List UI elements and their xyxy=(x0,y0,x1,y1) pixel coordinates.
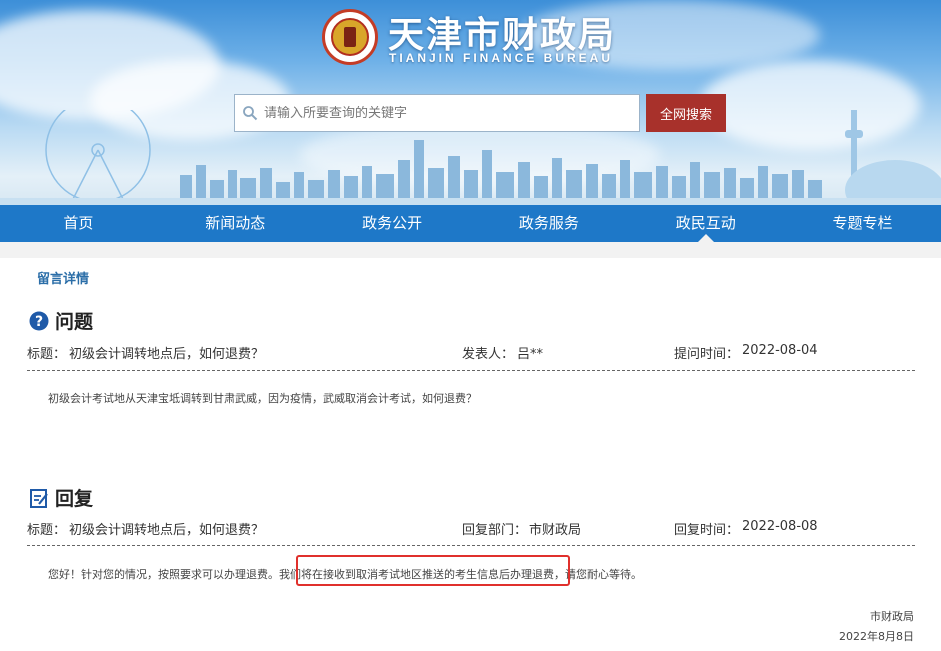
reply-dept-label: 回复部门： xyxy=(462,523,528,538)
question-meta-row: 标题： 初级会计调转地点后，如何退费？ 发表人： 吕** 提问时间： 2022-… xyxy=(27,343,915,363)
main-nav: 首页 新闻动态 政务公开 政务服务 政民互动 专题专栏 xyxy=(0,205,941,242)
reply-heading: 回复 xyxy=(55,488,94,510)
reply-title-label: 标题： xyxy=(27,523,67,538)
nav-item-gov-affairs-open[interactable]: 政务公开 xyxy=(314,205,471,242)
question-body: 初级会计考试地从天津宝坻调转到甘肃武威，因为疫情，武威取消会计考试，如何退费？ xyxy=(48,392,477,405)
nav-item-home[interactable]: 首页 xyxy=(0,205,157,242)
reply-header: 回复 xyxy=(29,484,93,511)
reply-date: 2022年8月8日 xyxy=(839,630,914,643)
edit-note-icon xyxy=(30,488,48,508)
nav-item-interaction[interactable]: 政民互动 xyxy=(627,205,784,242)
svg-text:?: ? xyxy=(35,314,43,330)
nav-item-gov-services[interactable]: 政务服务 xyxy=(470,205,627,242)
divider xyxy=(27,370,915,371)
emblem-icon xyxy=(331,18,369,56)
question-circle-icon: ? xyxy=(29,311,49,330)
reply-signature: 市财政局 xyxy=(870,610,914,623)
question-title-label: 标题： xyxy=(27,347,67,362)
question-title: 初级会计调转地点后，如何退费？ xyxy=(69,347,265,362)
nav-divider xyxy=(0,242,941,258)
search-input[interactable] xyxy=(264,105,639,121)
divider xyxy=(27,545,915,546)
reply-time: 2022-08-08 xyxy=(742,519,818,534)
reply-time-label: 回复时间： xyxy=(674,523,740,538)
question-time-label: 提问时间： xyxy=(674,347,740,362)
nav-item-news[interactable]: 新闻动态 xyxy=(157,205,314,242)
breadcrumb[interactable]: 留言详情 xyxy=(37,268,89,287)
search-box xyxy=(234,94,640,132)
poster-label: 发表人： xyxy=(462,347,515,362)
question-heading: 问题 xyxy=(55,311,94,333)
site-subtitle: TIANJIN FINANCE BUREAU xyxy=(389,51,614,65)
search-button[interactable]: 全网搜索 xyxy=(646,94,726,132)
search-icon xyxy=(243,106,258,121)
reply-dept: 市财政局 xyxy=(529,523,582,538)
question-time: 2022-08-04 xyxy=(742,343,818,358)
question-header: ? 问题 xyxy=(29,307,93,334)
reply-meta-row: 标题： 初级会计调转地点后，如何退费？ 回复部门： 市财政局 回复时间： 202… xyxy=(27,519,915,539)
poster-name: 吕** xyxy=(517,347,544,362)
header-banner: 天津市财政局 TIANJIN FINANCE BUREAU 全网搜索 xyxy=(0,0,941,205)
bureau-emblem-logo[interactable] xyxy=(322,9,378,65)
highlight-annotation-box xyxy=(296,555,570,586)
reply-title: 初级会计调转地点后，如何退费？ xyxy=(69,523,265,538)
nav-item-topics[interactable]: 专题专栏 xyxy=(784,205,941,242)
